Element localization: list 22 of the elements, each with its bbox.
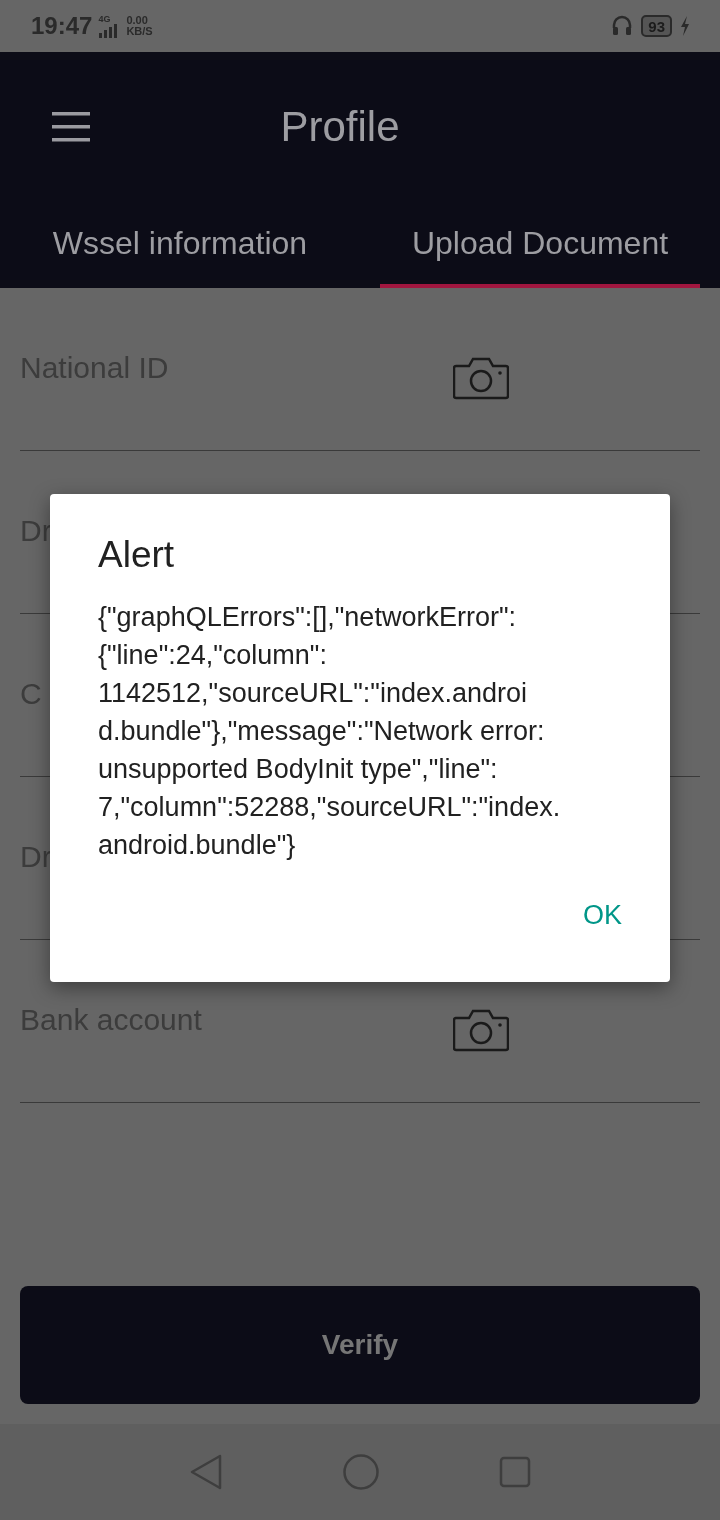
network-speed: 0.00 <box>126 14 149 27</box>
back-button[interactable] <box>189 1454 224 1490</box>
dialog-title: Alert <box>98 534 176 576</box>
ok-button[interactable]: OK <box>583 900 622 931</box>
tab[interactable]: Wssel information <box>20 202 340 288</box>
headphones-icon <box>611 14 634 38</box>
tab[interactable]: Upload Document <box>380 202 700 288</box>
home-icon <box>342 1453 380 1491</box>
recents-icon <box>498 1456 531 1488</box>
home-button[interactable] <box>342 1453 380 1491</box>
menu-icon <box>52 111 90 143</box>
back-icon <box>189 1454 224 1490</box>
page-title: Profile <box>279 103 401 151</box>
battery-icon: 93 <box>641 15 672 37</box>
status-time: 19:47 <box>31 14 93 38</box>
verify-button[interactable]: Verify <box>20 1286 700 1404</box>
charging-icon <box>680 16 690 36</box>
dialog-message: {"graphQLErrors":[],"networkError": {"line":24,"column": 1142512,"sourceURL":"index.androi d.bundle"},"message":"Network error: unsupported BodyInit type","line": 7,"column":52288,"sourceURL":"index. android.bundle"} <box>98 601 562 862</box>
menu-button[interactable] <box>52 111 90 143</box>
network-type: 4G <box>98 15 111 24</box>
recents-button[interactable] <box>498 1456 531 1488</box>
speed-unit: KB/S <box>126 26 153 38</box>
